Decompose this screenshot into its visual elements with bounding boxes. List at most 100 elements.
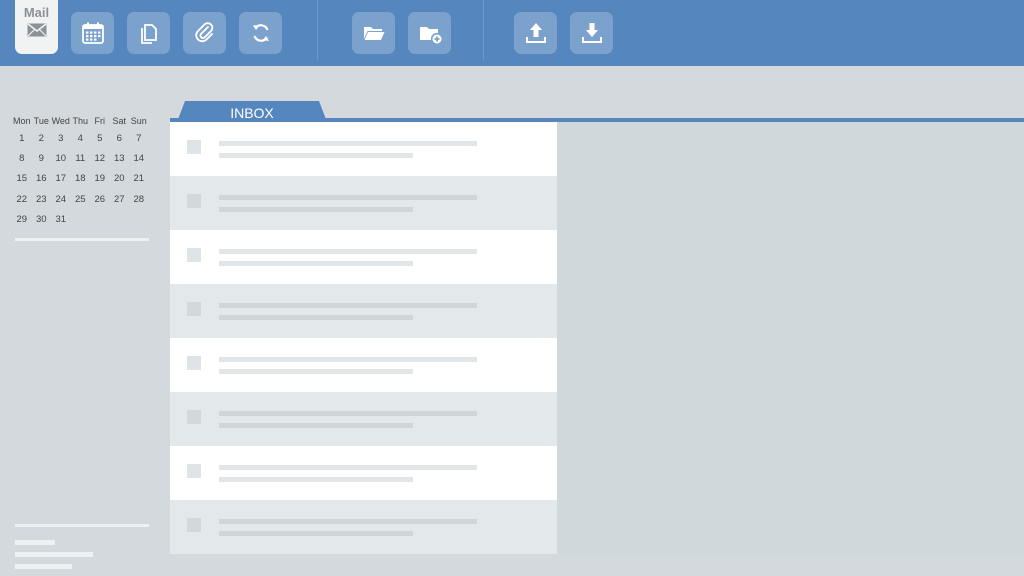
calendar-day[interactable]: 2 (32, 133, 52, 144)
calendar-day[interactable]: 16 (32, 173, 52, 184)
mail-button[interactable]: Mail (15, 0, 58, 54)
message-checkbox[interactable] (187, 140, 201, 154)
calendar-day[interactable]: 29 (12, 214, 32, 225)
calendar-week: 1 2 3 4 5 6 7 (12, 128, 154, 148)
message-row[interactable] (170, 338, 557, 392)
calendar-day[interactable]: 19 (90, 173, 110, 184)
message-subject-placeholder (219, 519, 477, 524)
new-folder-button[interactable] (408, 12, 451, 54)
message-row[interactable] (170, 446, 557, 500)
message-preview-placeholder (219, 477, 413, 482)
calendar-day[interactable]: 28 (129, 194, 149, 205)
calendar-day[interactable]: 26 (90, 194, 110, 205)
message-checkbox[interactable] (187, 356, 201, 370)
message-preview-placeholder (219, 369, 413, 374)
calendar-week: 8 9 10 11 12 13 14 (12, 148, 154, 168)
paperclip-icon (194, 22, 213, 43)
sidebar-placeholder-line (15, 540, 55, 545)
calendar-day[interactable]: 3 (51, 133, 71, 144)
mini-calendar: Mon Tue Wed Thu Fri Sat Sun 1 2 3 4 5 6 … (12, 114, 154, 230)
attach-button[interactable] (183, 12, 226, 54)
calendar-day[interactable]: 20 (110, 173, 130, 184)
open-folder-button[interactable] (352, 12, 395, 54)
upload-button[interactable] (514, 12, 557, 54)
sidebar-placeholder-line (15, 564, 72, 569)
calendar-day[interactable]: 23 (32, 194, 52, 205)
copy-button[interactable] (127, 12, 170, 54)
sidebar-divider (15, 524, 149, 527)
calendar-week: 22 23 24 25 26 27 28 (12, 189, 154, 209)
calendar-icon (81, 22, 104, 44)
message-preview-placeholder (219, 207, 413, 212)
message-row[interactable] (170, 284, 557, 338)
calendar-day[interactable]: 27 (110, 194, 130, 205)
calendar-day[interactable]: 18 (71, 173, 91, 184)
message-subject-placeholder (219, 411, 477, 416)
upload-icon (525, 23, 546, 43)
weekday-label: Mon (12, 116, 31, 126)
calendar-day[interactable]: 7 (129, 133, 149, 144)
message-row[interactable] (170, 230, 557, 284)
calendar-header: Mon Tue Wed Thu Fri Sat Sun (12, 114, 154, 128)
calendar-day[interactable]: 15 (12, 173, 32, 184)
message-row[interactable] (170, 392, 557, 446)
calendar-day[interactable]: 22 (12, 194, 32, 205)
calendar-day[interactable]: 30 (32, 214, 52, 225)
calendar-day[interactable]: 6 (110, 133, 130, 144)
message-row[interactable] (170, 122, 557, 176)
message-checkbox[interactable] (187, 194, 201, 208)
calendar-day[interactable]: 21 (129, 173, 149, 184)
calendar-day[interactable]: 1 (12, 133, 32, 144)
message-subject-placeholder (219, 141, 477, 146)
envelope-icon (27, 23, 46, 37)
calendar-day[interactable]: 24 (51, 194, 71, 205)
calendar-day[interactable]: 11 (71, 153, 91, 164)
download-button[interactable] (570, 12, 613, 54)
sync-icon (252, 24, 269, 42)
weekday-label: Tue (33, 116, 49, 126)
message-checkbox[interactable] (187, 464, 201, 478)
mail-label: Mail (23, 5, 50, 20)
calendar-day[interactable]: 5 (90, 133, 110, 144)
calendar-button[interactable] (71, 12, 114, 54)
weekday-label: Wed (51, 116, 70, 126)
message-checkbox[interactable] (187, 248, 201, 262)
message-subject-placeholder (219, 303, 477, 308)
weekday-label: Sun (130, 116, 147, 126)
copy-icon (140, 24, 157, 44)
toolbar-separator (483, 0, 484, 60)
calendar-day[interactable]: 12 (90, 153, 110, 164)
weekday-label: Fri (94, 116, 106, 126)
message-checkbox[interactable] (187, 302, 201, 316)
message-preview-placeholder (219, 315, 413, 320)
message-subject-placeholder (219, 195, 477, 200)
calendar-week: 15 16 17 18 19 20 21 (12, 169, 154, 189)
reading-pane (557, 122, 1024, 554)
message-preview-placeholder (219, 531, 413, 536)
message-subject-placeholder (219, 465, 477, 470)
sidebar-placeholder-line (15, 552, 93, 557)
toolbar: Mail (0, 0, 1024, 66)
calendar-day[interactable]: 9 (32, 153, 52, 164)
message-row[interactable] (170, 176, 557, 230)
calendar-day[interactable]: 25 (71, 194, 91, 205)
folder-add-icon (419, 27, 441, 44)
calendar-day[interactable]: 13 (110, 153, 130, 164)
calendar-day[interactable]: 10 (51, 153, 71, 164)
calendar-day[interactable]: 14 (129, 153, 149, 164)
sync-button[interactable] (239, 12, 282, 54)
calendar-day[interactable]: 4 (71, 133, 91, 144)
sidebar-divider (15, 238, 149, 241)
message-checkbox[interactable] (187, 518, 201, 532)
weekday-label: Sat (112, 116, 126, 126)
message-preview-placeholder (219, 423, 413, 428)
message-row[interactable] (170, 500, 557, 554)
message-subject-placeholder (219, 249, 477, 254)
toolbar-separator (317, 0, 318, 60)
calendar-day[interactable]: 31 (51, 214, 71, 225)
calendar-day[interactable]: 8 (12, 153, 32, 164)
message-subject-placeholder (219, 357, 477, 362)
message-checkbox[interactable] (187, 410, 201, 424)
calendar-day[interactable]: 17 (51, 173, 71, 184)
weekday-label: Thu (72, 116, 88, 126)
